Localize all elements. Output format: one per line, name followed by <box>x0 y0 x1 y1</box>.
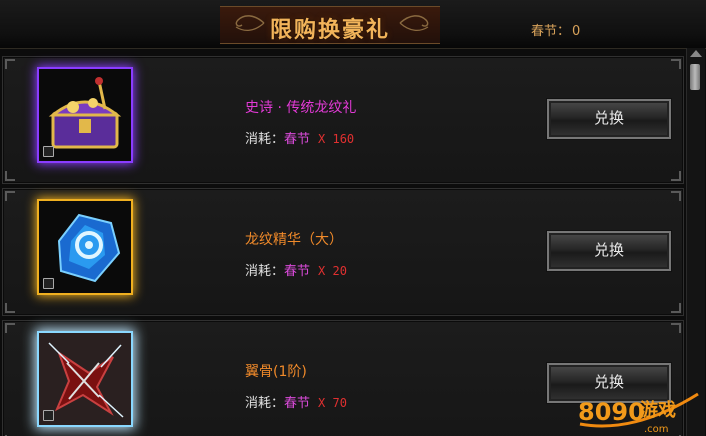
watermark-domain: .com <box>644 424 669 435</box>
reward-list: 史诗 · 传统龙纹礼 消耗：春节 X 160 兑换 龙纹精华（大） 消耗：春节 X … <box>0 52 684 436</box>
site-watermark-logo: 8090 游戏 .com <box>578 392 699 435</box>
item-icon-frame[interactable] <box>39 201 131 293</box>
header-bar: 限购换豪礼 春节： 0 <box>0 0 706 49</box>
item-name: 翼骨(1阶) <box>245 364 307 380</box>
list-item: 龙纹精华（大） 消耗：春节 X 20 兑换 <box>2 188 684 316</box>
item-cost: 消耗：春节 X 160 <box>245 128 354 147</box>
cost-amount: X 70 <box>318 396 347 410</box>
item-name: 史诗 · 传统龙纹礼 <box>245 100 357 116</box>
cost-amount: X 20 <box>318 264 347 278</box>
scrollbar[interactable] <box>686 48 705 436</box>
cost-currency: 春节 <box>284 132 311 147</box>
exchange-button[interactable]: 兑换 <box>547 99 671 139</box>
scrollbar-thumb[interactable] <box>690 64 700 90</box>
cost-label: 消耗： <box>245 132 285 147</box>
exchange-button[interactable]: 兑换 <box>547 231 671 271</box>
left-ornament-icon <box>235 15 265 31</box>
cost-amount: X 160 <box>318 132 355 146</box>
item-name: 龙纹精华（大） <box>245 232 343 248</box>
item-icon-frame[interactable] <box>39 333 131 425</box>
bound-lock-icon <box>43 146 54 157</box>
cost-label: 消耗： <box>245 396 285 411</box>
watermark-number: 8090 <box>578 398 645 426</box>
points-value: 0 <box>572 24 581 39</box>
item-cost: 消耗：春节 X 20 <box>245 260 347 279</box>
points-label: 春节： <box>531 24 571 39</box>
watermark-text: 游戏 <box>640 399 676 421</box>
cost-label: 消耗： <box>245 264 285 279</box>
bound-lock-icon <box>43 278 54 289</box>
festival-points: 春节： 0 <box>531 20 580 39</box>
list-item: 史诗 · 传统龙纹礼 消耗：春节 X 160 兑换 <box>2 56 684 184</box>
item-cost: 消耗：春节 X 70 <box>245 392 347 411</box>
bound-lock-icon <box>43 410 54 421</box>
scroll-up-arrow-icon[interactable] <box>690 50 702 57</box>
right-ornament-icon <box>399 15 429 31</box>
cost-currency: 春节 <box>284 396 311 411</box>
cost-currency: 春节 <box>284 264 311 279</box>
item-icon-frame[interactable] <box>39 69 131 161</box>
